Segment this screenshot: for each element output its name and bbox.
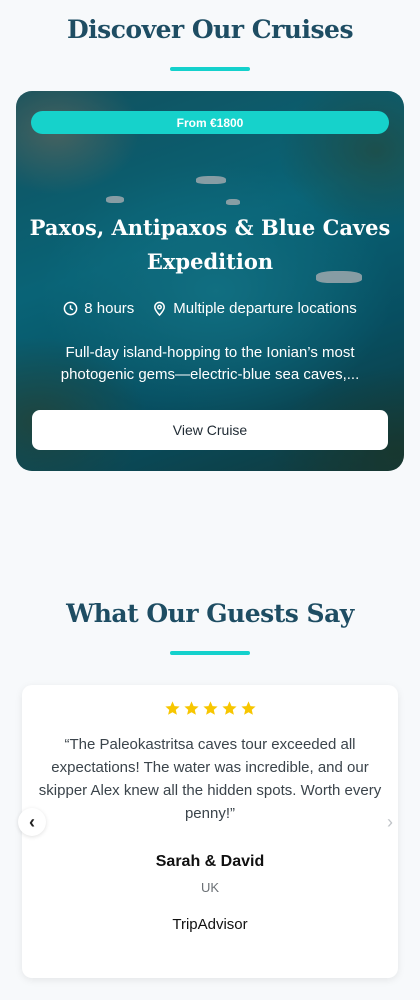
description-line: Full-day island-hopping to the Ionian’s … (65, 344, 355, 361)
chevron-left-icon[interactable]: ‹ (18, 808, 46, 836)
cruise-card[interactable]: From €1800 Paxos, Antipaxos & Blue Caves… (16, 91, 404, 471)
price-badge: From €1800 (31, 111, 389, 134)
review-card: “The Paleokastritsa caves tour exceeded … (22, 685, 398, 978)
star-icon (183, 701, 199, 715)
duration-meta: 8 hours (63, 300, 134, 317)
title-underline (170, 67, 250, 71)
view-cruise-button[interactable]: View Cruise (32, 410, 388, 450)
star-icon (202, 701, 218, 715)
review-source: TripAdvisor (172, 916, 248, 933)
cruise-title: Paxos, Antipaxos & Blue Caves Expedition (29, 215, 391, 274)
star-icon (221, 701, 237, 715)
star-rating (22, 700, 398, 717)
reviewer-country: UK (200, 880, 220, 895)
title-underline (170, 651, 250, 655)
description-line: photogenic gems—electric-blue sea caves,… (60, 366, 360, 383)
location-text: Multiple departure locations (173, 300, 357, 317)
star-icon (240, 701, 256, 715)
clock-icon (63, 301, 78, 316)
star-icon (164, 701, 180, 715)
cruise-meta: 8 hours Multiple departure locations (16, 300, 404, 317)
chevron-right-icon[interactable]: › (376, 808, 404, 836)
reviews-section-title: What Our Guests Say (66, 599, 354, 628)
review-quote: “The Paleokastritsa caves tour exceeded … (38, 736, 382, 822)
duration-text: 8 hours (84, 300, 135, 317)
map-pin-icon (154, 301, 166, 316)
cruises-section-title: Discover Our Cruises (66, 15, 354, 44)
location-meta: Multiple departure locations (152, 300, 357, 317)
reviewer-name: Sarah & David (155, 853, 265, 870)
cruise-description: Full-day island-hopping to the Ionian’s … (30, 342, 390, 386)
